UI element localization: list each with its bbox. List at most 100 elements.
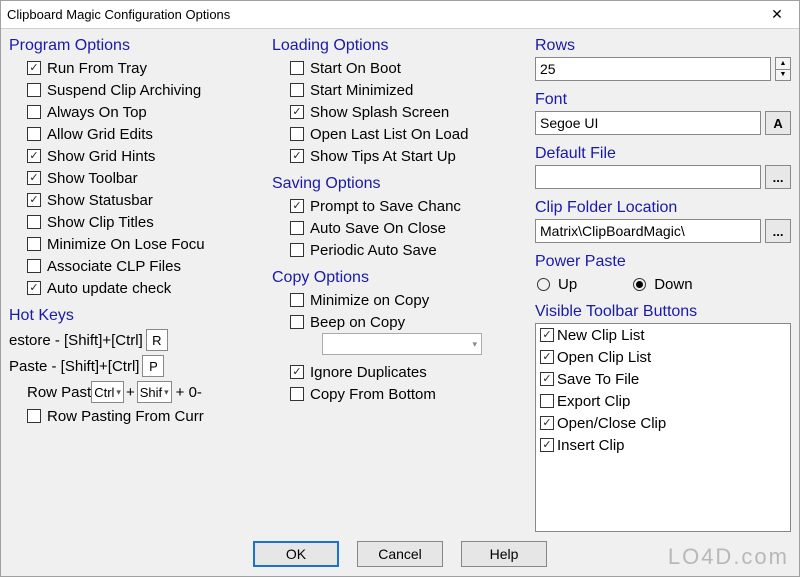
checkbox-icon[interactable] [290, 83, 304, 97]
list-item[interactable]: Open Clip List [536, 346, 790, 368]
checkbox-icon[interactable] [27, 171, 41, 185]
opt-allow-grid-edits[interactable]: Allow Grid Edits [9, 123, 260, 145]
checkbox-icon[interactable] [290, 105, 304, 119]
list-item[interactable]: Save To File [536, 368, 790, 390]
option-label: Row Pasting From Curr [47, 408, 204, 425]
font-picker-button[interactable]: A [765, 111, 791, 135]
opt-beep-on-copy[interactable]: Beep on Copy [272, 311, 523, 333]
checkbox-icon[interactable] [290, 199, 304, 213]
beep-sound-combo[interactable]: ▾ [322, 333, 482, 355]
mod2-combo[interactable]: Shif▾ [137, 381, 172, 403]
list-item[interactable]: Open/Close Clip [536, 412, 790, 434]
hotkey-restore-input[interactable]: R [146, 329, 168, 351]
opt-show-clip-titles[interactable]: Show Clip Titles [9, 211, 260, 233]
checkbox-icon[interactable] [27, 409, 41, 423]
checkbox-icon[interactable] [290, 149, 304, 163]
option-label: Start Minimized [310, 82, 413, 99]
opt-run-from-tray[interactable]: Run From Tray [9, 57, 260, 79]
checkbox-icon[interactable] [290, 387, 304, 401]
checkbox-icon[interactable] [27, 215, 41, 229]
mod1-combo[interactable]: Ctrl▾ [91, 381, 124, 403]
opt-auto-update[interactable]: Auto update check [9, 277, 260, 299]
clip-folder-input[interactable]: Matrix\ClipBoardMagic\ [535, 219, 761, 243]
checkbox-icon[interactable] [27, 61, 41, 75]
hotkey-label: Row Past [9, 384, 91, 401]
checkbox-icon[interactable] [540, 372, 554, 386]
default-file-input[interactable] [535, 165, 761, 189]
checkbox-icon[interactable] [290, 365, 304, 379]
toolbar-buttons-listbox[interactable]: New Clip List Open Clip List Save To Fil… [535, 323, 791, 532]
opt-show-grid-hints[interactable]: Show Grid Hints [9, 145, 260, 167]
opt-rowpaste-curr[interactable]: Row Pasting From Curr [9, 405, 260, 427]
checkbox-icon[interactable] [27, 149, 41, 163]
opt-min-lose-focus[interactable]: Minimize On Lose Focu [9, 233, 260, 255]
opt-open-last[interactable]: Open Last List On Load [272, 123, 523, 145]
opt-always-on-top[interactable]: Always On Top [9, 101, 260, 123]
clip-folder-browse-button[interactable]: ... [765, 219, 791, 243]
opt-copy-bottom[interactable]: Copy From Bottom [272, 383, 523, 405]
checkbox-icon[interactable] [27, 193, 41, 207]
option-label: Show Grid Hints [47, 148, 155, 165]
option-label: Copy From Bottom [310, 386, 436, 403]
list-item[interactable]: New Clip List [536, 324, 790, 346]
checkbox-icon[interactable] [27, 83, 41, 97]
checkbox-icon[interactable] [290, 61, 304, 75]
radio-label: Up [558, 276, 577, 293]
font-input[interactable]: Segoe UI [535, 111, 761, 135]
opt-suspend-archiving[interactable]: Suspend Clip Archiving [9, 79, 260, 101]
dialog-window: Clipboard Magic Configuration Options ✕ … [0, 0, 800, 577]
close-button[interactable]: ✕ [755, 1, 799, 29]
rows-input[interactable]: 25 [535, 57, 771, 81]
default-file-browse-button[interactable]: ... [765, 165, 791, 189]
opt-start-boot[interactable]: Start On Boot [272, 57, 523, 79]
cancel-button[interactable]: Cancel [357, 541, 443, 567]
checkbox-icon[interactable] [290, 243, 304, 257]
option-label: Suspend Clip Archiving [47, 82, 201, 99]
opt-associate-clp[interactable]: Associate CLP Files [9, 255, 260, 277]
opt-min-on-copy[interactable]: Minimize on Copy [272, 289, 523, 311]
font-title: Font [535, 91, 791, 109]
option-label: Minimize On Lose Focu [47, 236, 205, 253]
checkbox-icon[interactable] [540, 438, 554, 452]
checkbox-icon[interactable] [290, 315, 304, 329]
checkbox-icon[interactable] [27, 237, 41, 251]
rows-spinner[interactable]: ▲▼ [775, 57, 791, 81]
checkbox-icon[interactable] [540, 328, 554, 342]
checkbox-icon[interactable] [540, 416, 554, 430]
opt-prompt-save[interactable]: Prompt to Save Chanc [272, 195, 523, 217]
list-item[interactable]: Insert Clip [536, 434, 790, 456]
checkbox-icon[interactable] [540, 394, 554, 408]
opt-show-statusbar[interactable]: Show Statusbar [9, 189, 260, 211]
checkbox-icon[interactable] [27, 281, 41, 295]
opt-start-min[interactable]: Start Minimized [272, 79, 523, 101]
opt-periodic-save[interactable]: Periodic Auto Save [272, 239, 523, 261]
radio-up[interactable] [537, 278, 550, 291]
hotkey-paste-input[interactable]: P [142, 355, 164, 377]
checkbox-icon[interactable] [540, 350, 554, 364]
option-label: Prompt to Save Chanc [310, 198, 461, 215]
chevron-down-icon[interactable]: ▼ [776, 70, 790, 81]
option-label: Open Last List On Load [310, 126, 468, 143]
chevron-up-icon[interactable]: ▲ [776, 58, 790, 70]
opt-ignore-dup[interactable]: Ignore Duplicates [272, 361, 523, 383]
checkbox-icon[interactable] [290, 127, 304, 141]
opt-show-tips[interactable]: Show Tips At Start Up [272, 145, 523, 167]
help-button[interactable]: Help [461, 541, 547, 567]
checkbox-icon[interactable] [27, 105, 41, 119]
list-item-label: Export Clip [557, 393, 630, 410]
option-label: Auto Save On Close [310, 220, 446, 237]
ok-button[interactable]: OK [253, 541, 339, 567]
option-label: Beep on Copy [310, 314, 405, 331]
list-item[interactable]: Export Clip [536, 390, 790, 412]
opt-autosave-close[interactable]: Auto Save On Close [272, 217, 523, 239]
checkbox-icon[interactable] [290, 221, 304, 235]
radio-down[interactable] [633, 278, 646, 291]
opt-show-toolbar[interactable]: Show Toolbar [9, 167, 260, 189]
clip-folder-title: Clip Folder Location [535, 199, 791, 217]
content-area: Program Options Run From Tray Suspend Cl… [1, 29, 799, 532]
opt-splash[interactable]: Show Splash Screen [272, 101, 523, 123]
checkbox-icon[interactable] [27, 127, 41, 141]
checkbox-icon[interactable] [290, 293, 304, 307]
checkbox-icon[interactable] [27, 259, 41, 273]
option-label: Minimize on Copy [310, 292, 429, 309]
